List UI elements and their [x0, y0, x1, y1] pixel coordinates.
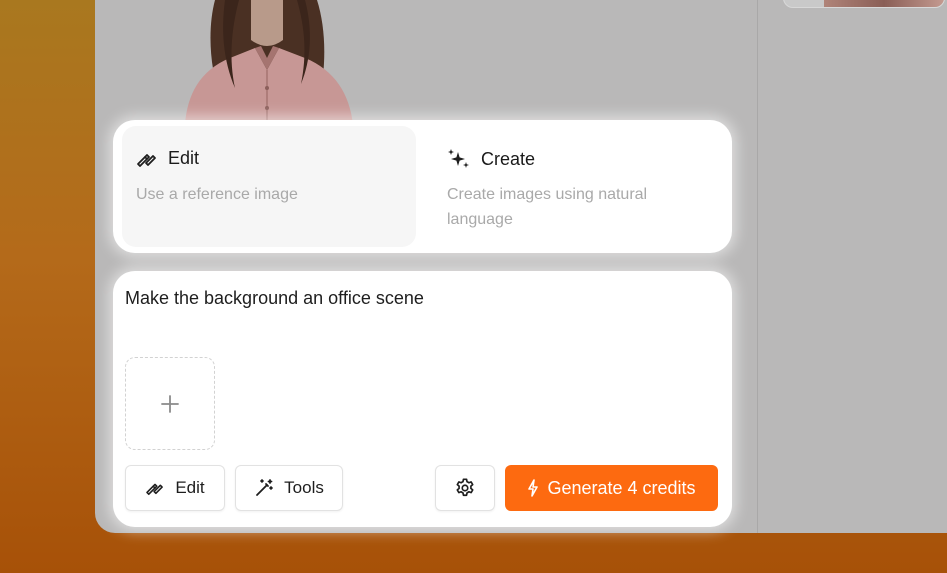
image-upload-slot[interactable] [125, 357, 215, 450]
gear-icon [454, 477, 476, 499]
lightning-icon [527, 479, 539, 497]
pen-pencil-icon [136, 150, 158, 168]
mode-selector: Edit Use a reference image Create Create… [113, 120, 732, 253]
gallery-thumbnail[interactable] [783, 0, 945, 8]
generate-button-label: Generate 4 credits [547, 477, 696, 498]
tools-button[interactable]: Tools [235, 465, 343, 511]
mode-option-edit[interactable]: Edit Use a reference image [122, 126, 416, 247]
reference-portrait-image [185, 0, 353, 125]
generate-button[interactable]: Generate 4 credits [505, 465, 718, 511]
settings-button[interactable] [435, 465, 495, 511]
mode-option-create[interactable]: Create Create images using natural langu… [433, 126, 723, 247]
mode-create-title: Create [481, 148, 536, 169]
pen-pencil-icon [145, 480, 165, 496]
sparkles-icon [447, 148, 471, 170]
mode-create-description: Create images using natural language [447, 186, 648, 228]
tools-button-label: Tools [284, 478, 324, 497]
prompt-input[interactable]: Make the background an office scene [125, 288, 715, 309]
magic-wand-icon [254, 478, 274, 498]
edit-button[interactable]: Edit [125, 465, 225, 511]
plus-icon [160, 394, 180, 414]
mode-edit-description: Use a reference image [136, 186, 298, 203]
edit-button-label: Edit [175, 478, 205, 497]
panel-divider [757, 0, 758, 533]
mode-edit-title: Edit [168, 148, 200, 168]
prompt-panel: Make the background an office scene Edit [113, 271, 732, 527]
